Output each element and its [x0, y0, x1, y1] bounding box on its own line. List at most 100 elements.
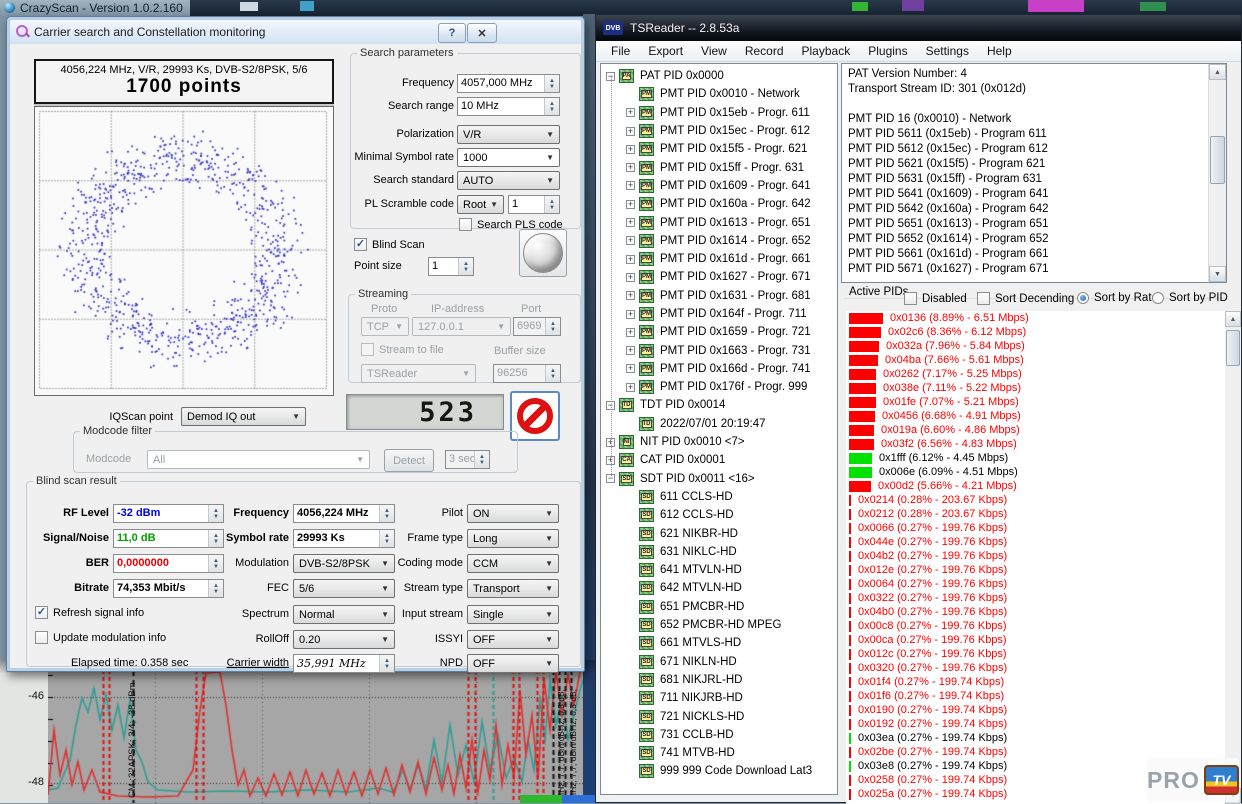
scrollbar-thumb[interactable]: [1226, 330, 1240, 366]
spinner-arrows-icon[interactable]: ▲▼: [544, 196, 559, 213]
radio-icon[interactable]: [1152, 292, 1164, 304]
menu-plugins[interactable]: Plugins: [859, 42, 916, 60]
expand-icon[interactable]: +: [626, 273, 635, 282]
spinner-arrows-icon[interactable]: ▲▼: [474, 451, 489, 468]
checkbox-checked-icon[interactable]: ✓: [35, 606, 48, 619]
scrollbar-thumb[interactable]: [1210, 136, 1225, 184]
active-pid-row[interactable]: 0x0190 (0.27% - 199.74 Kbps): [846, 703, 1225, 717]
active-pid-row[interactable]: 0x0136 (8.89% - 6.51 Mbps): [846, 311, 1225, 325]
tree-item[interactable]: +PMPMT PID 0x166d - Progr. 741: [601, 360, 837, 378]
active-pid-row[interactable]: 0x0064 (0.27% - 199.76 Kbps): [846, 577, 1225, 591]
active-pid-row[interactable]: 0x0320 (0.27% - 199.76 Kbps): [846, 661, 1225, 675]
tree-item[interactable]: +PMPMT PID 0x1609 - Progr. 641: [601, 177, 837, 195]
expand-icon[interactable]: +: [626, 364, 635, 373]
expand-icon[interactable]: +: [626, 108, 635, 117]
coding-mode-select[interactable]: CCM▼: [467, 554, 559, 573]
active-pid-row[interactable]: 0x03f2 (6.56% - 4.83 Mbps): [846, 437, 1225, 451]
close-icon[interactable]: ✕: [467, 23, 497, 43]
expand-icon[interactable]: +: [626, 383, 635, 392]
carrier-width-label[interactable]: Carrier width: [189, 657, 289, 669]
help-button[interactable]: ?: [438, 23, 466, 43]
pl-scramble-value-input[interactable]: 1▲▼: [508, 195, 560, 214]
scroll-up-icon[interactable]: ▲: [1209, 64, 1226, 80]
input-stream-select[interactable]: Single▼: [467, 605, 559, 624]
active-pid-row[interactable]: 0x0322 (0.27% - 199.76 Kbps): [846, 591, 1225, 605]
disabled-checkbox[interactable]: Disabled: [904, 292, 967, 305]
sort-descending-checkbox[interactable]: Sort Decending: [977, 292, 1074, 305]
active-pid-row[interactable]: 0x0456 (6.68% - 4.91 Mbps): [846, 409, 1225, 423]
frequency-input[interactable]: 4057,000 MHz▲▼: [457, 74, 560, 93]
tree-item[interactable]: +NINIT PID 0x0010 <7>: [601, 433, 837, 451]
tree-item[interactable]: −PAPAT PID 0x0000: [601, 67, 837, 85]
tree-item[interactable]: +PMPMT PID 0x1631 - Progr. 681: [601, 287, 837, 305]
active-pid-row[interactable]: 0x00ca (0.27% - 199.76 Kbps): [846, 633, 1225, 647]
tree-item[interactable]: +PMPMT PID 0x1663 - Progr. 731: [601, 341, 837, 359]
active-pid-row[interactable]: 0x006e (6.09% - 4.51 Mbps): [846, 465, 1225, 479]
menu-file[interactable]: File: [602, 42, 639, 60]
proto-select[interactable]: TCP▼: [361, 317, 409, 336]
tree-item[interactable]: SD711 NIKJRB-HD: [601, 689, 837, 707]
point-size-input[interactable]: 1▲▼: [428, 257, 474, 276]
pat-info-text[interactable]: PAT Version Number: 4Transport Stream ID…: [842, 64, 1208, 282]
tree-item[interactable]: +PMPMT PID 0x1614 - Progr. 652: [601, 232, 837, 250]
tree-item[interactable]: SD721 NICKLS-HD: [601, 707, 837, 725]
blind-scan-checkbox[interactable]: ✓Blind Scan: [354, 238, 425, 251]
spinner-arrows-icon[interactable]: ▲▼: [544, 98, 559, 115]
menu-settings[interactable]: Settings: [917, 42, 978, 60]
update-modulation-checkbox[interactable]: Update modulation info: [35, 631, 166, 644]
expand-icon[interactable]: +: [626, 218, 635, 227]
stream-to-file-checkbox[interactable]: Stream to file: [361, 343, 444, 356]
active-pid-row[interactable]: 0x0192 (0.27% - 199.74 Kbps): [846, 717, 1225, 731]
expand-icon[interactable]: +: [626, 145, 635, 154]
pat-scrollbar[interactable]: ▲ ▼: [1208, 64, 1226, 282]
polarization-select[interactable]: V/R▼: [457, 125, 560, 144]
active-pid-row[interactable]: 0x03ea (0.27% - 199.74 Kbps): [846, 731, 1225, 745]
checkbox-icon[interactable]: [459, 218, 472, 231]
sort-by-rate-radio[interactable]: Sort by Rate: [1077, 292, 1158, 304]
tree-item[interactable]: +PMPMT PID 0x15eb - Progr. 611: [601, 104, 837, 122]
expand-icon[interactable]: +: [626, 346, 635, 355]
active-pid-row[interactable]: 0x04b2 (0.27% - 199.76 Kbps): [846, 549, 1225, 563]
tree-item[interactable]: SD731 CCLB-HD: [601, 726, 837, 744]
active-pid-row[interactable]: 0x1fff (6.12% - 4.45 Mbps): [846, 451, 1225, 465]
active-pid-row[interactable]: 0x038e (7.11% - 5.22 Mbps): [846, 381, 1225, 395]
radio-selected-icon[interactable]: [1077, 292, 1089, 304]
tree-item[interactable]: SD741 MTVB-HD: [601, 744, 837, 762]
active-pid-row[interactable]: 0x0066 (0.27% - 199.76 Kbps): [846, 521, 1225, 535]
spinner-arrows-icon[interactable]: ▲▼: [545, 318, 560, 335]
active-pid-row[interactable]: 0x01f4 (0.27% - 199.74 Kbps): [846, 675, 1225, 689]
active-pid-row[interactable]: 0x044e (0.27% - 199.76 Kbps): [846, 535, 1225, 549]
min-symbol-rate-select[interactable]: 1000▼: [457, 148, 560, 167]
active-pid-row[interactable]: 0x00c8 (0.27% - 199.76 Kbps): [846, 619, 1225, 633]
stream-target-select[interactable]: TSReader▼: [361, 364, 476, 383]
tree-item[interactable]: +PMPMT PID 0x1613 - Progr. 651: [601, 213, 837, 231]
menu-playback[interactable]: Playback: [793, 42, 860, 60]
tree-item[interactable]: SD671 NIKLN-HD: [601, 653, 837, 671]
globe-button[interactable]: [519, 229, 567, 277]
spinner-arrows-icon[interactable]: ▲▼: [545, 365, 560, 382]
active-pid-row[interactable]: 0x012c (0.27% - 199.76 Kbps): [846, 647, 1225, 661]
active-pid-row[interactable]: 0x02c6 (8.36% - 6.12 Mbps): [846, 325, 1225, 339]
expand-icon[interactable]: +: [626, 328, 635, 337]
issyi-select[interactable]: OFF▼: [467, 630, 559, 649]
tree-item[interactable]: SD652 PMCBR-HD MPEG: [601, 616, 837, 634]
menu-record[interactable]: Record: [736, 42, 793, 60]
tree-item[interactable]: PMPMT PID 0x0010 - Network: [601, 85, 837, 103]
tsreader-titlebar[interactable]: DVB TSReader -- 2.8.53a: [596, 15, 1241, 41]
modcode-select[interactable]: All▼: [147, 450, 370, 469]
active-pid-row[interactable]: 0x01f6 (0.27% - 199.74 Kbps): [846, 689, 1225, 703]
expand-icon[interactable]: +: [626, 163, 635, 172]
active-pid-row[interactable]: 0x00d2 (5.66% - 4.21 Mbps): [846, 479, 1225, 493]
tree-item[interactable]: −SDSDT PID 0x0011 <16>: [601, 470, 837, 488]
tree-item[interactable]: TD2022/07/01 20:19:47: [601, 415, 837, 433]
tree-item[interactable]: SD611 CCLS-HD: [601, 488, 837, 506]
tree-item[interactable]: SD612 CCLS-HD: [601, 506, 837, 524]
tree-item[interactable]: +PMPMT PID 0x15ec - Progr. 612: [601, 122, 837, 140]
ip-address-select[interactable]: 127.0.0.1▼: [412, 317, 511, 336]
tree-item[interactable]: +PMPMT PID 0x1627 - Progr. 671: [601, 268, 837, 286]
active-pids-scrollbar[interactable]: ▲ ▼: [1225, 311, 1241, 804]
tree-item[interactable]: SD661 MTVLS-HD: [601, 634, 837, 652]
npd-select[interactable]: OFF▼: [467, 654, 559, 673]
tree-item[interactable]: +PMPMT PID 0x15ff - Progr. 631: [601, 158, 837, 176]
menu-export[interactable]: Export: [639, 42, 692, 60]
